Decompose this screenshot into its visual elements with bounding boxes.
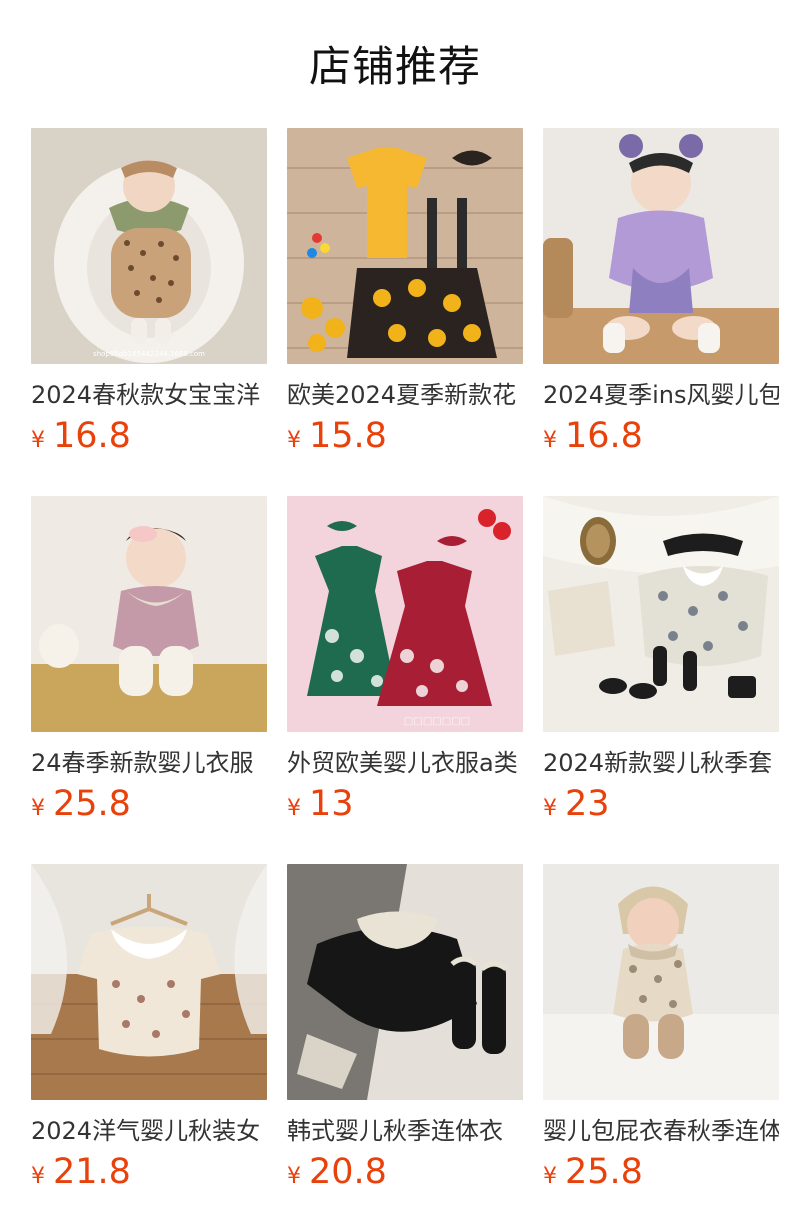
price-amount: 20.8: [309, 1152, 387, 1192]
product-name[interactable]: 24春季新款婴儿衣服: [31, 746, 267, 780]
floral-romper-flatlay-photo[interactable]: [543, 496, 779, 732]
product-price: ¥ 20.8: [287, 1152, 523, 1196]
currency-symbol: ¥: [287, 428, 301, 453]
price-amount: 25.8: [565, 1152, 643, 1192]
product-name[interactable]: 韩式婴儿秋季连体衣: [287, 1114, 523, 1148]
product-card[interactable]: □□□□□□□ 外贸欧美婴儿衣服a类 ¥ 13: [287, 496, 523, 864]
green-red-dresses-photo[interactable]: □□□□□□□: [287, 496, 523, 732]
currency-symbol: ¥: [31, 428, 45, 453]
product-card[interactable]: 2024新款婴儿秋季套 ¥ 23: [543, 496, 779, 864]
product-grid: shop95db165442244.1688.com 2024春秋款女宝宝洋 ¥…: [31, 128, 790, 1232]
product-price: ¥ 15.8: [287, 416, 523, 460]
price-amount: 16.8: [53, 416, 131, 456]
product-price: ¥ 16.8: [543, 416, 779, 460]
product-price: ¥ 13: [287, 784, 523, 828]
product-name[interactable]: 婴儿包屁衣春秋季连体: [543, 1114, 779, 1148]
currency-symbol: ¥: [287, 1164, 301, 1189]
product-price: ¥ 16.8: [31, 416, 267, 460]
price-amount: 16.8: [565, 416, 643, 456]
sunflower-outfit-photo[interactable]: [287, 128, 523, 364]
currency-symbol: ¥: [31, 796, 45, 821]
product-card[interactable]: shop95db165442244.1688.com 2024春秋款女宝宝洋 ¥…: [31, 128, 267, 496]
product-name[interactable]: 2024夏季ins风婴儿包: [543, 378, 779, 412]
product-name[interactable]: 2024洋气婴儿秋装女: [31, 1114, 267, 1148]
product-card[interactable]: 欧美2024夏季新款花 ¥ 15.8: [287, 128, 523, 496]
product-card[interactable]: 韩式婴儿秋季连体衣 ¥ 20.8: [287, 864, 523, 1232]
product-card[interactable]: 24春季新款婴儿衣服 ¥ 25.8: [31, 496, 267, 864]
currency-symbol: ¥: [287, 796, 301, 821]
currency-symbol: ¥: [543, 1164, 557, 1189]
price-amount: 21.8: [53, 1152, 131, 1192]
product-name[interactable]: 欧美2024夏季新款花: [287, 378, 523, 412]
product-name[interactable]: 2024新款婴儿秋季套: [543, 746, 779, 780]
product-price: ¥ 25.8: [543, 1152, 779, 1196]
page-title: 店铺推荐: [308, 41, 481, 91]
product-card[interactable]: 婴儿包屁衣春秋季连体 ¥ 25.8: [543, 864, 779, 1232]
product-name[interactable]: 2024春秋款女宝宝洋: [31, 378, 267, 412]
svg-text:□□□□□□□: □□□□□□□: [404, 716, 470, 727]
product-price: ¥ 25.8: [31, 784, 267, 828]
baby-purple-dress-photo[interactable]: [543, 128, 779, 364]
currency-symbol: ¥: [543, 428, 557, 453]
currency-symbol: ¥: [543, 796, 557, 821]
hanger-floral-romper-photo[interactable]: [31, 864, 267, 1100]
black-lace-romper-photo[interactable]: [287, 864, 523, 1100]
baby-pink-romper-photo[interactable]: [31, 496, 267, 732]
price-amount: 23: [565, 784, 610, 824]
currency-symbol: ¥: [31, 1164, 45, 1189]
page-header: 店铺推荐: [0, 0, 790, 128]
product-price: ¥ 23: [543, 784, 779, 828]
price-amount: 15.8: [309, 416, 387, 456]
product-name[interactable]: 外贸欧美婴儿衣服a类: [287, 746, 523, 780]
product-card[interactable]: 2024夏季ins风婴儿包 ¥ 16.8: [543, 128, 779, 496]
baby-floral-romper-photo[interactable]: shop95db165442244.1688.com: [31, 128, 267, 364]
product-card[interactable]: 2024洋气婴儿秋装女 ¥ 21.8: [31, 864, 267, 1232]
price-amount: 13: [309, 784, 354, 824]
product-price: ¥ 21.8: [31, 1152, 267, 1196]
svg-text:shop95db165442244.1688.com: shop95db165442244.1688.com: [93, 350, 205, 358]
baby-bonnet-romper-photo[interactable]: [543, 864, 779, 1100]
price-amount: 25.8: [53, 784, 131, 824]
